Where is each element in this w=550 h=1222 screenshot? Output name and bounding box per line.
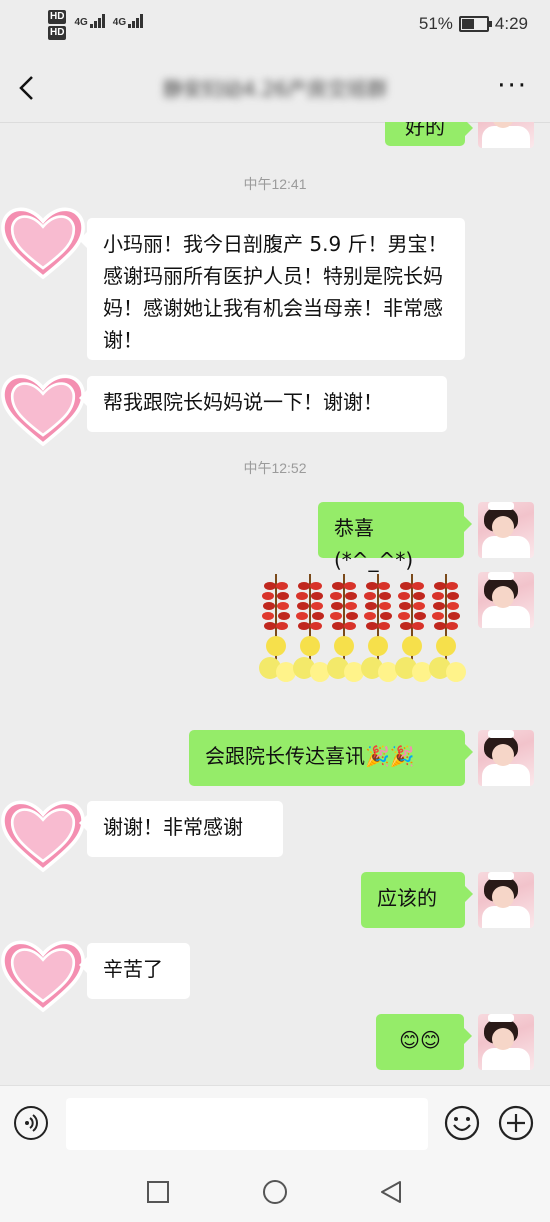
signal-1: 4G: [74, 14, 105, 28]
hd-badge: HD: [48, 26, 67, 40]
input-bar: [0, 1085, 550, 1166]
party-emoji: 🎉🎉: [365, 744, 415, 768]
message-text: 谢谢！非常感谢: [103, 815, 243, 839]
plus-icon[interactable]: [498, 1105, 534, 1141]
battery-percent: 51%: [418, 14, 453, 33]
status-bar: HD HD 4G 4G 51% 4:29: [0, 0, 550, 56]
hd-indicators: HD HD: [48, 10, 67, 42]
home-button[interactable]: [262, 1179, 288, 1205]
back-nav-button[interactable]: [378, 1179, 404, 1205]
message-bubble-incoming[interactable]: 小玛丽！我今日剖腹产 5.9 斤！男宝！感谢玛丽所有医护人员！特别是院长妈妈！感…: [79, 218, 465, 360]
signal-2: 4G: [112, 14, 144, 28]
avatar[interactable]: [478, 122, 534, 148]
message-bubble-outgoing[interactable]: 恭喜(*^_^*): [318, 502, 472, 572]
avatar[interactable]: [478, 730, 534, 786]
message-text: 恭喜(*^_^*): [334, 516, 414, 572]
clock: 4:29: [494, 14, 528, 33]
avatar[interactable]: [478, 872, 534, 928]
avatar[interactable]: [478, 572, 534, 628]
voice-button[interactable]: [14, 1106, 48, 1140]
back-button[interactable]: [16, 74, 40, 102]
battery-icon: [458, 16, 492, 32]
message-input[interactable]: [66, 1098, 428, 1150]
signal-bars-icon: [128, 14, 144, 28]
message-text: 小玛丽！我今日剖腹产 5.9 斤！男宝！感谢玛丽所有医护人员！特别是院长妈妈！感…: [103, 232, 448, 352]
avatar[interactable]: [0, 364, 88, 454]
message-bubble-outgoing[interactable]: 应该的: [361, 872, 473, 928]
message-text: 辛苦了: [103, 957, 163, 981]
message-bubble-outgoing[interactable]: 好的: [385, 122, 473, 146]
message-text: 会跟院长传达喜讯: [205, 744, 365, 768]
emoji-icon[interactable]: [444, 1105, 480, 1141]
status-right: 51% 4:29: [419, 14, 528, 34]
status-left: HD HD 4G 4G: [48, 10, 144, 42]
chat-header: 静安妇幼4.26产房交班群 ···: [0, 56, 550, 123]
timestamp: 中午12:41: [243, 176, 307, 192]
avatar[interactable]: [478, 502, 534, 558]
voice-icon: [25, 1114, 38, 1132]
message-list[interactable]: 好的 中午12:41 小玛丽！我今日剖腹产 5.9 斤！男宝！感谢玛丽所有医护人…: [0, 122, 550, 1085]
recent-apps-button[interactable]: [145, 1179, 171, 1205]
message-text: 帮我跟院长妈妈说一下！谢谢！: [103, 390, 383, 414]
hd-badge: HD: [48, 10, 67, 24]
network-type: 4G: [112, 17, 127, 28]
smile-emoji: 😊😊: [399, 1028, 441, 1052]
message-bubble-incoming[interactable]: 辛苦了: [79, 943, 190, 999]
message-text: 应该的: [377, 886, 437, 910]
message-bubble-incoming[interactable]: 谢谢！非常感谢: [79, 801, 283, 857]
timestamp: 中午12:52: [243, 460, 307, 476]
message-bubble-outgoing[interactable]: 😊😊: [376, 1014, 472, 1070]
avatar[interactable]: [0, 197, 88, 287]
chevron-left-icon: [19, 76, 33, 100]
message-bubble-incoming[interactable]: 帮我跟院长妈妈说一下！谢谢！: [79, 376, 447, 432]
chat-title: 静安妇幼4.26产房交班群: [162, 77, 388, 101]
avatar[interactable]: [0, 790, 88, 880]
signal-bars-icon: [89, 14, 105, 28]
more-button[interactable]: ···: [497, 73, 528, 99]
message-text: 好的: [405, 122, 445, 139]
more-dots-icon: ···: [497, 71, 528, 101]
avatar[interactable]: [0, 930, 88, 1020]
firecracker-sticker[interactable]: [258, 574, 466, 700]
avatar[interactable]: [478, 1014, 534, 1070]
system-navigation-bar: [0, 1165, 550, 1222]
message-bubble-outgoing[interactable]: 会跟院长传达喜讯🎉🎉: [189, 730, 473, 786]
network-type: 4G: [74, 17, 88, 28]
